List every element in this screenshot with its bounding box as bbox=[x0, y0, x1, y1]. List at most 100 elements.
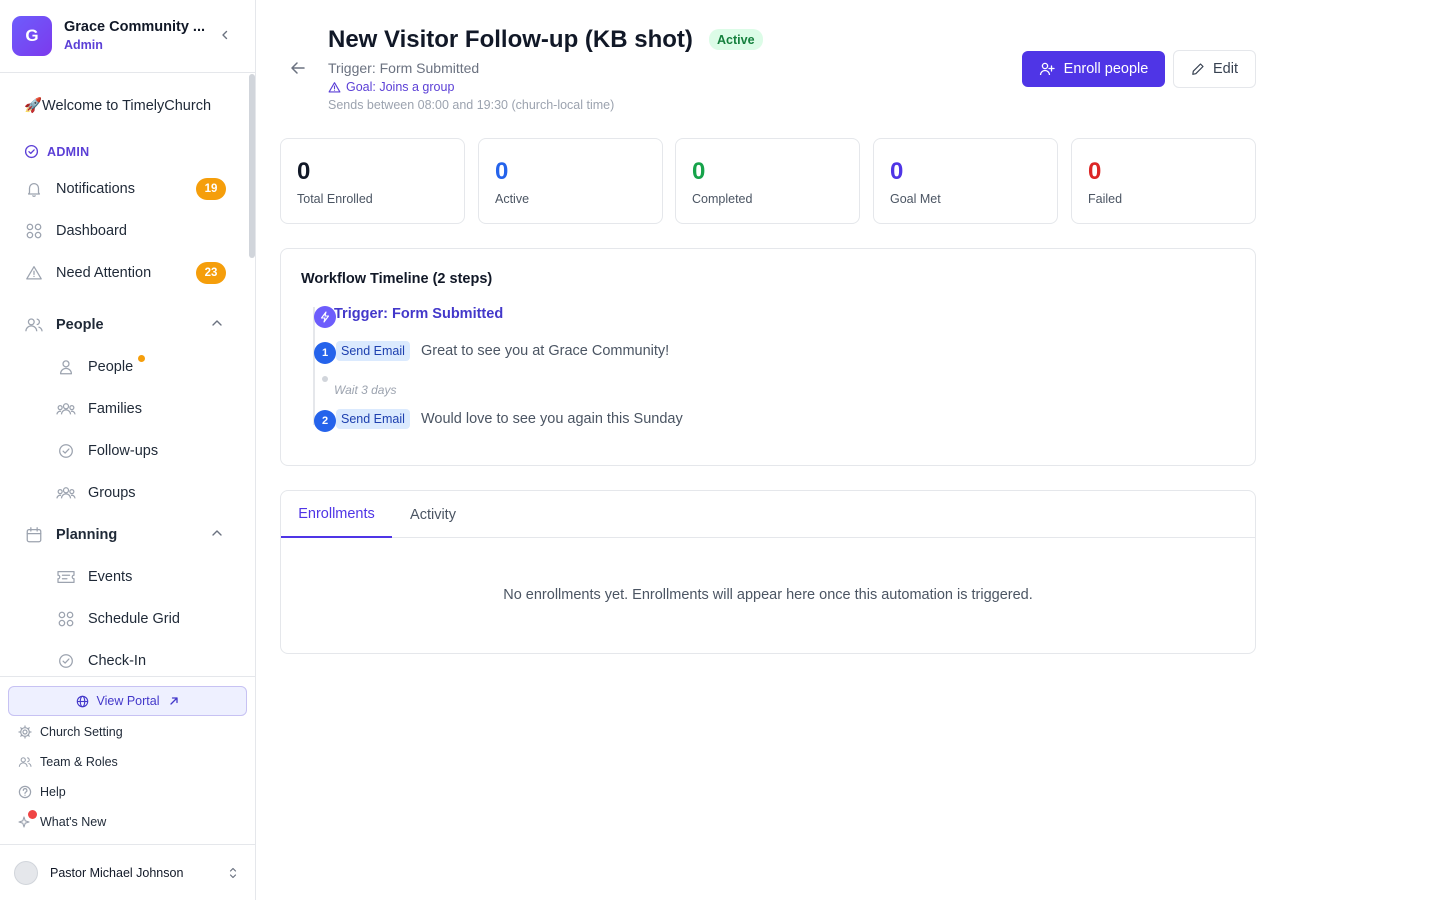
check-circle-icon bbox=[24, 144, 39, 159]
sidebar-item-label: Dashboard bbox=[56, 223, 127, 239]
sidebar-item-dashboard[interactable]: Dashboard bbox=[24, 219, 226, 243]
stat-card-goal-met: 0 Goal Met bbox=[873, 138, 1058, 224]
warning-icon bbox=[328, 81, 341, 93]
chevron-up-icon bbox=[212, 320, 222, 326]
tab-enrollments[interactable]: Enrollments bbox=[281, 491, 392, 538]
lightning-icon bbox=[314, 306, 336, 328]
sidebar-item-schedule-grid[interactable]: Schedule Grid bbox=[56, 607, 226, 631]
sidebar-section-label: People bbox=[56, 317, 104, 333]
tab-activity[interactable]: Activity bbox=[392, 491, 474, 538]
back-button[interactable] bbox=[288, 58, 308, 78]
org-role: Admin bbox=[64, 38, 103, 52]
goal-description: Goal: Joins a group bbox=[328, 80, 454, 94]
users-icon bbox=[24, 315, 44, 335]
arrow-left-icon bbox=[291, 62, 305, 74]
stat-card-completed: 0 Completed bbox=[675, 138, 860, 224]
users-icon bbox=[18, 755, 32, 769]
welcome-link[interactable]: 🚀Welcome to TimelyChurch bbox=[24, 97, 211, 114]
warning-icon bbox=[24, 263, 44, 283]
sidebar-item-families[interactable]: Families bbox=[56, 397, 226, 421]
sidebar-scrollbar[interactable] bbox=[249, 74, 255, 258]
help-icon bbox=[18, 785, 32, 799]
org-avatar: G bbox=[12, 16, 52, 56]
stat-label: Completed bbox=[692, 192, 753, 206]
sidebar-item-notifications[interactable]: Notifications 19 bbox=[24, 177, 226, 201]
wait-dot bbox=[322, 376, 328, 382]
sidebar-footer: View Portal Church Setting Team & Roles … bbox=[0, 676, 255, 900]
sidebar-item-label: Follow-ups bbox=[88, 443, 159, 459]
status-badge: Active bbox=[709, 29, 763, 50]
bell-icon bbox=[24, 179, 44, 199]
step-number: 1 bbox=[314, 342, 336, 364]
team-roles-link[interactable]: Team & Roles bbox=[18, 753, 118, 771]
timeline-title: Workflow Timeline (2 steps) bbox=[301, 271, 493, 287]
wait-label: Wait 3 days bbox=[334, 383, 397, 397]
help-link[interactable]: Help bbox=[18, 783, 66, 801]
collapse-sidebar-button[interactable] bbox=[216, 26, 234, 44]
edit-label: Edit bbox=[1213, 61, 1238, 77]
church-setting-link[interactable]: Church Setting bbox=[18, 723, 123, 741]
groups-icon bbox=[56, 483, 76, 503]
whats-new-indicator-dot bbox=[28, 810, 37, 819]
sidebar-section-people[interactable]: People bbox=[24, 313, 226, 337]
sparkles-icon bbox=[18, 810, 37, 829]
stat-value: 0 bbox=[495, 158, 509, 185]
stat-card-active: 0 Active bbox=[478, 138, 663, 224]
sidebar-item-need-attention[interactable]: Need Attention 23 bbox=[24, 261, 226, 285]
stat-label: Active bbox=[495, 192, 530, 206]
globe-icon bbox=[76, 695, 88, 707]
enroll-people-button[interactable]: Enroll people bbox=[1022, 51, 1165, 87]
edit-button[interactable]: Edit bbox=[1173, 50, 1256, 88]
stat-card-total-enrolled: 0 Total Enrolled bbox=[280, 138, 465, 224]
church-setting-label: Church Setting bbox=[40, 725, 123, 739]
sidebar-item-events[interactable]: Events bbox=[56, 565, 226, 589]
step-type-chip: Send Email bbox=[336, 409, 410, 429]
trigger-description: Trigger: Form Submitted bbox=[328, 60, 480, 76]
stat-card-failed: 0 Failed bbox=[1071, 138, 1256, 224]
step-number: 2 bbox=[314, 410, 336, 432]
sidebar-item-people[interactable]: People bbox=[56, 355, 226, 379]
check-circle-icon bbox=[56, 651, 76, 671]
tab-bar: Enrollments Activity bbox=[281, 491, 1255, 538]
user-plus-icon bbox=[1039, 62, 1055, 76]
sidebar-item-checkin[interactable]: Check-In bbox=[56, 649, 226, 673]
sidebar: G Grace Community ... Admin 🚀Welcome to … bbox=[0, 0, 256, 900]
gear-icon bbox=[18, 725, 32, 739]
stat-value: 0 bbox=[1088, 158, 1102, 185]
stat-value: 0 bbox=[297, 158, 311, 185]
whats-new-label: What's New bbox=[40, 815, 107, 829]
whats-new-link[interactable]: What's New bbox=[18, 810, 107, 831]
grid-icon bbox=[24, 221, 44, 241]
stat-value: 0 bbox=[692, 158, 706, 185]
sidebar-item-followups[interactable]: Follow-ups bbox=[56, 439, 226, 463]
goal-text: Goal: Joins a group bbox=[346, 80, 455, 94]
pencil-icon bbox=[1192, 63, 1204, 75]
grid-icon bbox=[56, 609, 76, 629]
page-title: New Visitor Follow-up (KB shot) bbox=[328, 26, 693, 53]
sidebar-section-planning[interactable]: Planning bbox=[24, 523, 226, 547]
stat-label: Failed bbox=[1088, 192, 1123, 206]
sidebar-item-label: Events bbox=[88, 569, 133, 585]
admin-section-label: ADMIN bbox=[24, 144, 89, 159]
timeline-trigger: Trigger: Form Submitted bbox=[334, 306, 504, 322]
team-roles-label: Team & Roles bbox=[40, 755, 118, 769]
timeline-line bbox=[313, 307, 315, 425]
org-switcher[interactable]: G Grace Community ... Admin bbox=[0, 0, 255, 73]
sidebar-nav: 🚀Welcome to TimelyChurch ADMIN Notificat… bbox=[0, 74, 248, 674]
ticket-icon bbox=[56, 567, 76, 587]
help-label: Help bbox=[40, 785, 66, 799]
empty-state-message: No enrollments yet. Enrollments will app… bbox=[503, 587, 1033, 603]
people-indicator-dot bbox=[138, 355, 145, 362]
view-portal-button[interactable]: View Portal bbox=[8, 686, 247, 716]
sidebar-item-label: Notifications bbox=[56, 181, 135, 197]
sidebar-item-label: Check-In bbox=[88, 653, 147, 669]
send-window: Sends between 08:00 and 19:30 (church-lo… bbox=[328, 98, 615, 112]
main-content: New Visitor Follow-up (KB shot) Active T… bbox=[256, 0, 1440, 900]
enrollments-panel: Enrollments Activity No enrollments yet.… bbox=[280, 490, 1256, 654]
sidebar-item-label: Families bbox=[88, 401, 142, 417]
step-description: Great to see you at Grace Community! bbox=[421, 343, 670, 359]
sidebar-item-label: Schedule Grid bbox=[88, 611, 180, 627]
avatar bbox=[14, 861, 38, 885]
user-menu[interactable]: Pastor Michael Johnson bbox=[0, 844, 255, 900]
sidebar-item-groups[interactable]: Groups bbox=[56, 481, 226, 505]
